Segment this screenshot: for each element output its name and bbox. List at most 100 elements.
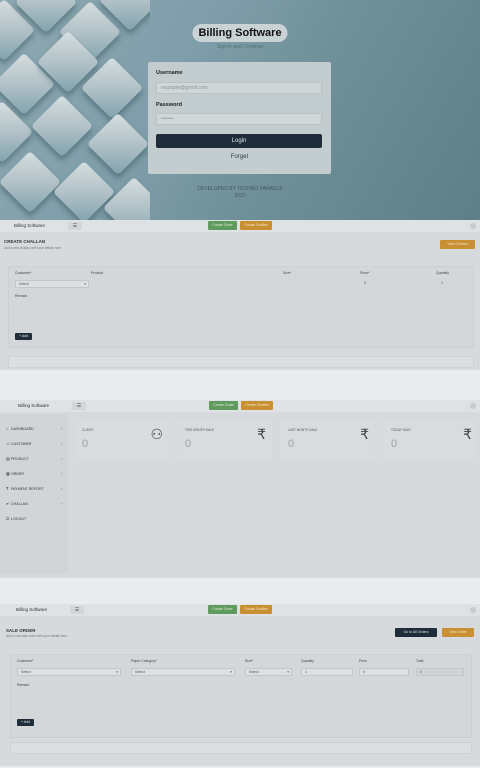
paper-category-label: Paper Category* bbox=[131, 659, 157, 663]
brand-name: Billing Software bbox=[18, 403, 50, 408]
users-icon: ⚇ bbox=[150, 426, 163, 442]
chevron-down-icon: ▾ bbox=[116, 670, 118, 674]
paper-category-value: Select bbox=[135, 670, 145, 674]
menu-icon[interactable]: ☰ bbox=[72, 402, 86, 410]
top-bar: Billing Software ☰ Create Order Create C… bbox=[0, 220, 480, 232]
total-label: Total bbox=[416, 659, 424, 663]
chevron-icon: › bbox=[61, 501, 63, 506]
create-challan-screen: Billing Software ☰ Create Order Create C… bbox=[0, 220, 480, 370]
forgot-link[interactable]: Forget bbox=[148, 154, 331, 160]
sidebar-item-label: LOGOUT bbox=[11, 517, 27, 521]
sidebar-item-customer[interactable]: ☺ CUSTOMER › bbox=[6, 441, 62, 446]
stat-value: 0 bbox=[82, 438, 89, 450]
create-challan-button[interactable]: Create Challan bbox=[241, 401, 273, 410]
sidebar-item-challan[interactable]: ✔ CHALLAN › bbox=[6, 501, 62, 506]
create-challan-button[interactable]: Create Challan bbox=[240, 221, 272, 230]
quantity-label: Quantity bbox=[301, 659, 315, 663]
credit-line-1: DEVELOPED BY TECHNO PARACLE bbox=[197, 186, 283, 192]
user-avatar-icon[interactable] bbox=[470, 223, 476, 229]
view-order-button[interactable]: View Order bbox=[442, 628, 474, 637]
user-avatar-icon[interactable] bbox=[470, 403, 476, 409]
customer-label: Customer* bbox=[15, 271, 32, 275]
size-label: Size* bbox=[245, 659, 254, 663]
rupee-icon: ₹ bbox=[257, 426, 266, 442]
stat-card-client: CLIENT 0 ⚇ bbox=[74, 420, 169, 460]
top-bar: Billing Software ☰ Create Order Create C… bbox=[0, 400, 480, 412]
chevron-down-icon: ▾ bbox=[84, 282, 86, 286]
chevron-down-icon: ▾ bbox=[287, 670, 289, 674]
password-label: Password bbox=[156, 102, 182, 108]
create-challan-button[interactable]: Create Challan bbox=[240, 605, 272, 614]
total-field: 0 bbox=[416, 668, 464, 676]
menu-icon[interactable]: ☰ bbox=[70, 606, 84, 614]
chevron-icon: › bbox=[61, 441, 63, 446]
add-button[interactable]: + Add bbox=[15, 333, 32, 340]
chevron-icon: › bbox=[61, 471, 63, 476]
rupee-icon: ₹ bbox=[6, 486, 9, 491]
sidebar-item-dashboard[interactable]: ⌂ DASHBOARD › bbox=[6, 426, 62, 431]
view-challan-button[interactable]: View Challan bbox=[440, 240, 475, 249]
login-button[interactable]: Login bbox=[156, 134, 322, 148]
chevron-down-icon: ▾ bbox=[230, 670, 232, 674]
quantity-input[interactable]: 1 bbox=[301, 668, 353, 676]
sidebar-item-label: ORDER bbox=[11, 472, 24, 476]
customer-select-value: Select bbox=[21, 670, 31, 674]
size-select[interactable]: Select ▾ bbox=[245, 668, 292, 676]
quantity-input[interactable]: 1 bbox=[441, 281, 443, 285]
create-order-button[interactable]: Create Order bbox=[208, 221, 237, 230]
remark-label: Remark bbox=[15, 294, 28, 298]
product-icon: ▤ bbox=[6, 456, 10, 461]
remark-label: Remark bbox=[17, 683, 30, 687]
create-order-button[interactable]: Create Order bbox=[208, 605, 237, 614]
page-title: CREATE CHALLAN bbox=[4, 239, 46, 244]
user-avatar-icon[interactable] bbox=[470, 607, 476, 613]
add-button[interactable]: + Add bbox=[17, 719, 34, 726]
price-input[interactable]: 0 bbox=[359, 668, 409, 676]
password-input[interactable]: ••••••• bbox=[156, 113, 322, 125]
home-icon: ⌂ bbox=[6, 426, 9, 431]
chevron-icon: › bbox=[61, 486, 63, 491]
stat-label: LAST MONTH SALE bbox=[288, 428, 318, 432]
customer-select[interactable]: Select ▾ bbox=[17, 668, 121, 676]
price-input[interactable]: 0 bbox=[364, 281, 366, 285]
page-subtitle: Add a new sale order with your details h… bbox=[6, 634, 68, 638]
dashboard-screen: Billing Software ☰ Create Order Create C… bbox=[0, 400, 480, 578]
stat-label: TODAY SALE bbox=[391, 428, 411, 432]
paper-category-select[interactable]: Select ▾ bbox=[131, 668, 235, 676]
login-screen: Billing Software Sign in and Continue Us… bbox=[0, 0, 480, 220]
sidebar-item-logout[interactable]: ⏻ LOGOUT bbox=[6, 516, 26, 521]
sidebar-item-payment-report[interactable]: ₹ PAYMENT REPORT › bbox=[6, 486, 62, 491]
brand-name: Billing Software bbox=[16, 607, 48, 612]
sidebar-item-product[interactable]: ▤ PRODUCT › bbox=[6, 456, 62, 461]
pattern-tile bbox=[86, 112, 150, 176]
customer-label: Customer* bbox=[17, 659, 34, 663]
menu-icon[interactable]: ☰ bbox=[68, 222, 82, 230]
price-label: Price bbox=[359, 659, 367, 663]
sale-order-screen: Billing Software ☰ Create Order Create C… bbox=[0, 604, 480, 766]
price-label: Price* bbox=[360, 271, 370, 275]
top-bar: Billing Software ☰ Create Order Create C… bbox=[0, 604, 480, 616]
chevron-icon: › bbox=[61, 426, 63, 431]
quantity-label: Quantity bbox=[436, 271, 450, 275]
page-root: Billing Software Sign in and Continue Us… bbox=[0, 0, 480, 768]
user-icon: ☺ bbox=[6, 441, 11, 446]
pattern-tile bbox=[0, 150, 62, 214]
page-subtitle: Add a new challan with your details here bbox=[4, 246, 62, 250]
sale-order-form: Customer* Select ▾ Paper Category* Select… bbox=[10, 654, 472, 738]
stat-card-today-sale: TODAY SALE 0 ₹ bbox=[383, 420, 478, 460]
stat-value: 0 bbox=[288, 438, 295, 450]
sidebar-item-order[interactable]: ▦ ORDER › bbox=[6, 471, 62, 476]
brand-name: Billing Software bbox=[14, 223, 46, 228]
login-card: Username example@gmail.com Password ••••… bbox=[148, 62, 331, 174]
sidebar-item-label: PRODUCT bbox=[11, 457, 29, 461]
customer-select[interactable]: Select ▾ bbox=[15, 280, 89, 288]
username-input[interactable]: example@gmail.com bbox=[156, 82, 322, 94]
power-icon: ⏻ bbox=[6, 516, 10, 521]
pattern-tile bbox=[30, 94, 94, 158]
credit-line-2: 2021 bbox=[234, 193, 246, 199]
stat-label: CLIENT bbox=[82, 428, 94, 432]
go-to-all-orders-button[interactable]: Go to All Orders bbox=[395, 628, 437, 637]
stat-value: 0 bbox=[391, 438, 398, 450]
create-order-button[interactable]: Create Order bbox=[209, 401, 238, 410]
sidebar-item-label: CUSTOMER bbox=[11, 442, 32, 446]
